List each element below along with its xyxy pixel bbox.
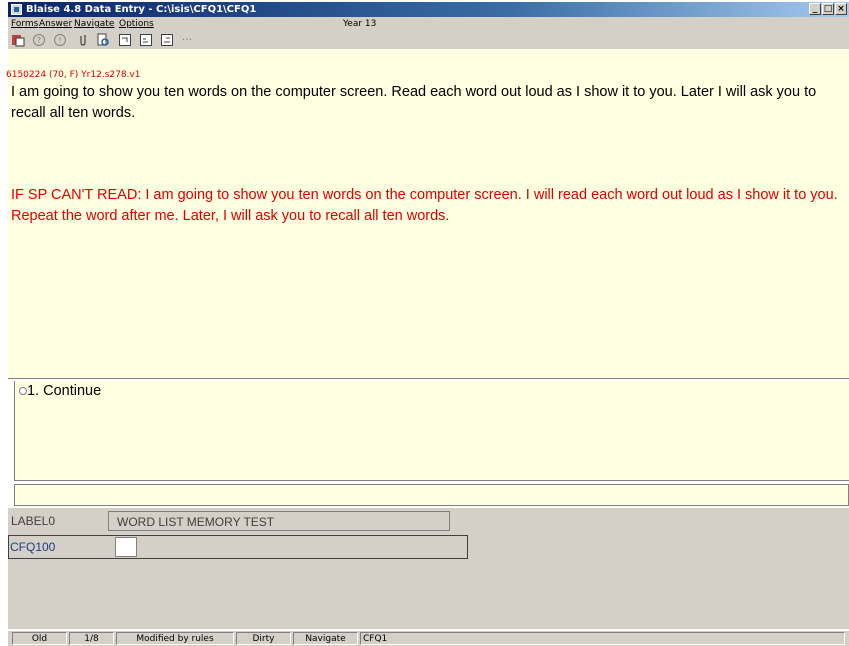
svg-text:?: ?: [37, 36, 41, 45]
toolbar: ? ! ···: [8, 31, 849, 49]
menu-navigate[interactable]: Navigate: [74, 17, 114, 31]
status-dirty: Dirty: [236, 632, 291, 645]
svg-text:!: !: [58, 36, 61, 45]
field-name-label0: LABEL0: [11, 514, 56, 528]
find-icon[interactable]: [96, 33, 110, 47]
more-icon[interactable]: ···: [180, 33, 194, 47]
minimize-icon[interactable]: _: [809, 3, 821, 15]
question-id: 6150224 (70, F) Yr12.s278.v1: [6, 70, 141, 80]
title-bar[interactable]: Blaise 4.8 Data Entry - C:\isis\CFQ1\CFQ…: [8, 2, 849, 17]
window-controls: _ □ ×: [809, 3, 847, 16]
field-value-cfq100[interactable]: [115, 537, 137, 557]
menu-answer[interactable]: Answer: [39, 17, 72, 31]
status-old: Old: [12, 632, 67, 645]
window-title: Blaise 4.8 Data Entry - C:\isis\CFQ1\CFQ…: [26, 4, 257, 15]
next-page-icon[interactable]: [160, 33, 174, 47]
question-text: I am going to show you ten words on the …: [11, 84, 817, 121]
form-pane: LABEL0 WORD LIST MEMORY TEST CFQ100: [8, 508, 849, 629]
answer-input-line[interactable]: [14, 484, 849, 506]
status-bar: Old 1/8 Modified by rules Dirty Navigate…: [8, 631, 849, 646]
previous-field-icon[interactable]: [139, 33, 153, 47]
option-radio[interactable]: [19, 387, 27, 395]
answer-pane: [14, 381, 849, 481]
context-label: Year 13: [343, 19, 377, 29]
app-icon[interactable]: [11, 4, 22, 15]
next-field-icon[interactable]: [118, 33, 132, 47]
help-icon[interactable]: ?: [32, 33, 46, 47]
field-value-label0: WORD LIST MEMORY TEST: [108, 511, 450, 531]
field-name-cfq100: CFQ100: [10, 540, 56, 554]
answer-option[interactable]: 1. Continue: [27, 383, 101, 399]
question-instruction: IF SP CAN'T READ: I am going to show you…: [11, 187, 838, 224]
status-field: CFQ1: [360, 632, 845, 645]
attachment-icon[interactable]: [76, 33, 90, 47]
status-modified: Modified by rules: [116, 632, 234, 645]
status-mode: Navigate: [293, 632, 358, 645]
menu-options[interactable]: Options: [119, 17, 154, 31]
maximize-icon[interactable]: □: [822, 3, 834, 15]
close-icon[interactable]: ×: [835, 3, 847, 15]
remark-icon[interactable]: !: [53, 33, 67, 47]
menu-forms[interactable]: Forms: [11, 17, 38, 31]
save-form-icon[interactable]: [11, 33, 25, 47]
menu-bar: Forms Answer Navigate Options Year 13: [8, 17, 849, 31]
status-page: 1/8: [69, 632, 114, 645]
